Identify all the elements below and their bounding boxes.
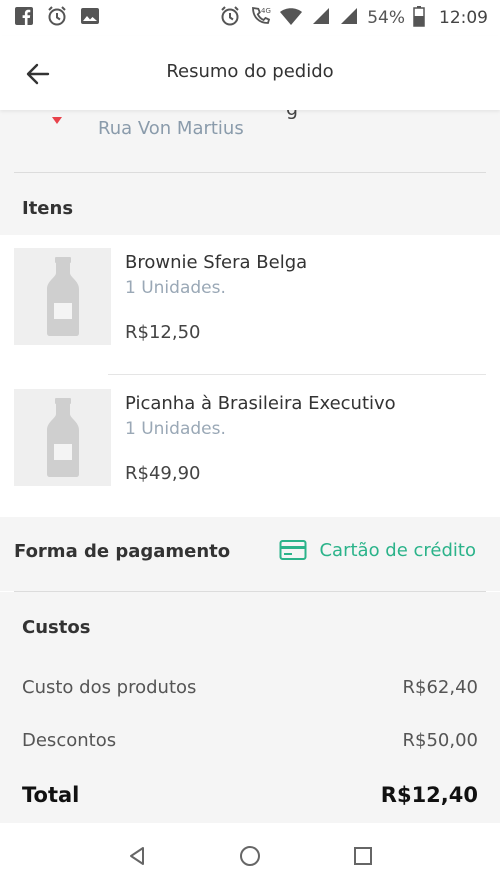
items-label: Itens: [22, 198, 74, 219]
alarm-icon: [46, 5, 68, 31]
item-quantity: 1 Unidades.: [125, 278, 226, 298]
address-partial-text: g: [286, 110, 298, 120]
facebook-icon: [14, 6, 34, 30]
phone-4g-icon: 4G: [249, 5, 271, 31]
order-item: Brownie Sfera Belga 1 Unidades. R$12,50: [0, 235, 500, 375]
cost-row-products: Custo dos produtos R$62,40: [22, 677, 478, 698]
payment-label: Forma de pagamento: [14, 541, 231, 562]
item-image: [14, 248, 111, 345]
credit-card-icon: [279, 540, 307, 560]
total-value: R$12,40: [380, 783, 478, 807]
items-section-header: Itens: [0, 173, 500, 235]
svg-text:4G: 4G: [261, 7, 271, 15]
clock: 12:09: [439, 8, 488, 28]
item-quantity: 1 Unidades.: [125, 419, 226, 439]
signal-icon: [311, 6, 331, 30]
alarm-icon: [219, 5, 241, 31]
payment-method-button[interactable]: Cartão de crédito: [279, 539, 476, 561]
cost-value: R$62,40: [402, 677, 479, 698]
nav-back-icon: [129, 847, 144, 865]
bottle-placeholder-icon: [46, 397, 79, 477]
status-bar: 4G 54% 12:09: [0, 0, 500, 36]
page-title: Resumo do pedido: [166, 61, 334, 82]
image-icon: [80, 6, 100, 30]
location-pin-icon: [50, 110, 64, 124]
nav-home-button[interactable]: [236, 842, 264, 870]
payment-section: Forma de pagamento Cartão de crédito: [0, 517, 500, 591]
address-street: Rua Von Martius: [98, 118, 244, 139]
battery-icon: [413, 5, 425, 31]
nav-recents-icon: [354, 847, 373, 865]
nav-home-icon: [239, 846, 260, 866]
nav-recents-button[interactable]: [349, 842, 377, 870]
app-header: Resumo do pedido: [0, 36, 500, 110]
costs-label: Custos: [22, 617, 91, 638]
item-image: [14, 389, 111, 486]
payment-method-label: Cartão de crédito: [319, 539, 476, 561]
wifi-icon: [279, 6, 303, 30]
nav-back-button[interactable]: [123, 842, 151, 870]
item-name: Picanha à Brasileira Executivo: [125, 393, 396, 414]
cost-row-discounts: Descontos R$50,00: [22, 730, 478, 751]
delivery-address: g Rua Von Martius: [0, 110, 500, 174]
cost-row-total: Total R$12,40: [22, 783, 478, 807]
item-divider: [108, 374, 486, 375]
costs-section: Custos Custo dos produtos R$62,40 Descon…: [0, 592, 500, 823]
item-name: Brownie Sfera Belga: [125, 252, 308, 273]
item-price: R$49,90: [125, 463, 201, 484]
total-label: Total: [22, 783, 80, 807]
signal-icon: [339, 6, 359, 30]
system-nav-bar: [0, 823, 500, 889]
battery-percent: 54%: [367, 8, 405, 28]
cost-label: Custo dos produtos: [22, 677, 197, 698]
item-price: R$12,50: [125, 322, 201, 343]
bottle-placeholder-icon: [46, 256, 79, 336]
cost-value: R$50,00: [402, 730, 479, 751]
cost-label: Descontos: [22, 730, 117, 751]
order-item: Picanha à Brasileira Executivo 1 Unidade…: [0, 376, 500, 516]
order-summary-screen: 4G 54% 12:09 Resumo do pedido Rua Von Ma…: [0, 0, 500, 889]
